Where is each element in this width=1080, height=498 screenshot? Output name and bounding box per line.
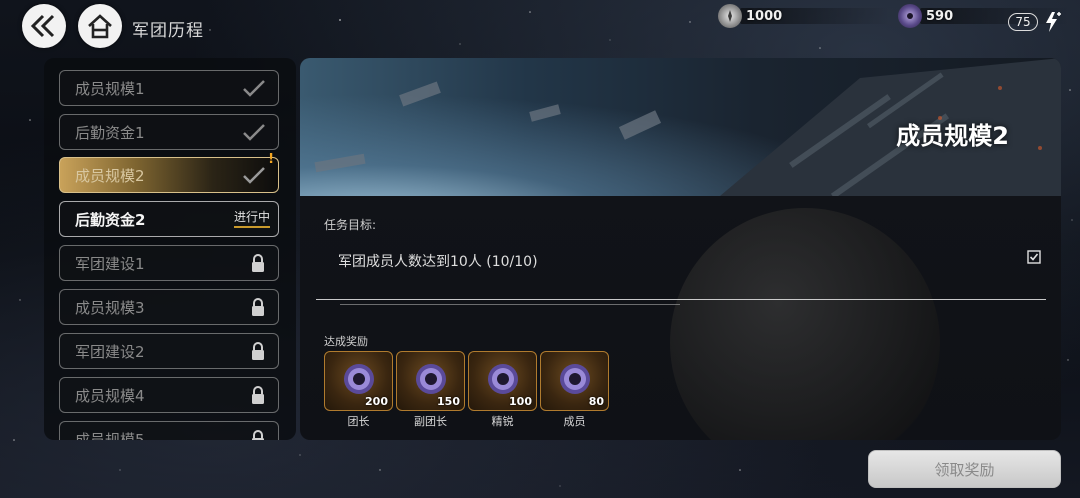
milestone-detail-panel: 成员规模2 任务目标: 军团成员人数达到10人 (10/10) 达成奖励 200… — [300, 58, 1061, 440]
back-button[interactable] — [22, 4, 66, 48]
checkmark-icon — [243, 80, 265, 97]
claim-reward-button[interactable]: 领取奖励 — [868, 450, 1061, 488]
lock-icon — [252, 254, 264, 272]
milestone-item-logistics-fund-1[interactable]: 后勤资金1 — [59, 114, 279, 150]
milestone-item-member-scale-4[interactable]: 成员规模4 — [59, 377, 279, 413]
milestone-label: 后勤资金2 — [75, 210, 146, 229]
milestone-label: 成员规模5 — [75, 430, 145, 441]
silver-currency: 1000 — [718, 4, 890, 28]
reward-name: 副团长 — [414, 415, 447, 428]
milestone-item-member-scale-2[interactable]: 成员规模2 ! — [59, 152, 279, 193]
reward-name: 成员 — [563, 415, 586, 428]
reward-label: 达成奖励 — [324, 335, 368, 348]
lock-icon — [252, 386, 264, 404]
reward-item[interactable]: 150 — [396, 351, 465, 411]
milestone-label: 成员规模1 — [75, 79, 145, 98]
milestone-item-member-scale-1[interactable]: 成员规模1 — [59, 70, 279, 106]
silver-coin-icon — [718, 4, 742, 28]
purple-gem-icon — [344, 364, 374, 394]
lock-icon — [252, 298, 264, 316]
milestone-label: 成员规模4 — [75, 386, 145, 405]
in-progress-underline — [234, 226, 270, 228]
lock-icon — [252, 342, 264, 360]
purple-gem-icon — [898, 4, 922, 28]
reward-item[interactable]: 80 — [540, 351, 609, 411]
checkmark-icon — [243, 167, 265, 184]
reward-quantity: 150 — [437, 395, 460, 408]
milestone-item-member-scale-5[interactable]: 成员规模5 — [59, 421, 279, 440]
alert-exclamation-icon: ! — [268, 152, 274, 167]
milestone-item-member-scale-3[interactable]: 成员规模3 — [59, 289, 279, 325]
milestone-label: 后勤资金1 — [75, 123, 145, 142]
reward-item[interactable]: 100 — [468, 351, 537, 411]
in-progress-status: 进行中 — [233, 210, 270, 224]
purple-gem-icon — [560, 364, 590, 394]
reward-quantity: 200 — [365, 395, 388, 408]
goal-text: 军团成员人数达到10人 (10/10) — [338, 254, 538, 270]
reward-name: 精锐 — [491, 415, 514, 428]
purple-currency: 590 — [898, 4, 1070, 28]
milestone-label: 成员规模3 — [75, 298, 145, 317]
goal-label: 任务目标: — [324, 218, 377, 232]
home-icon — [88, 14, 112, 39]
checkmark-icon — [243, 124, 265, 141]
milestone-list[interactable]: 成员规模1 后勤资金1 成员规模2 ! 后勤资金2 进行中 军团建设1 成员规模… — [44, 58, 296, 440]
milestone-item-logistics-fund-2[interactable]: 后勤资金2 进行中 — [59, 201, 279, 237]
purple-amount: 590 — [926, 8, 954, 24]
double-chevron-left-icon — [30, 14, 55, 38]
home-button[interactable] — [78, 4, 122, 48]
divider-secondary — [340, 304, 680, 305]
milestone-item-legion-build-2[interactable]: 军团建设2 — [59, 333, 279, 369]
planet-illustration — [670, 208, 940, 440]
page-title: 军团历程 — [132, 21, 204, 41]
reward-name: 团长 — [347, 415, 370, 428]
space-banner-image: 成员规模2 — [300, 58, 1061, 196]
milestone-label: 军团建设1 — [75, 254, 145, 273]
lightning-icon — [1046, 12, 1061, 32]
checkbox-checked-icon — [1027, 250, 1041, 264]
reward-item[interactable]: 200 — [324, 351, 393, 411]
purple-gem-icon — [416, 364, 446, 394]
milestone-item-legion-build-1[interactable]: 军团建设1 — [59, 245, 279, 281]
divider — [316, 299, 1046, 300]
milestone-label: 成员规模2 — [75, 166, 145, 185]
reward-quantity: 100 — [509, 395, 532, 408]
energy-badge: 75 — [1008, 13, 1038, 31]
lock-icon — [252, 430, 264, 440]
milestone-label: 军团建设2 — [75, 342, 145, 361]
silver-amount: 1000 — [746, 8, 783, 24]
milestone-title: 成员规模2 — [896, 122, 1009, 150]
reward-quantity: 80 — [588, 395, 604, 408]
purple-gem-icon — [488, 364, 518, 394]
